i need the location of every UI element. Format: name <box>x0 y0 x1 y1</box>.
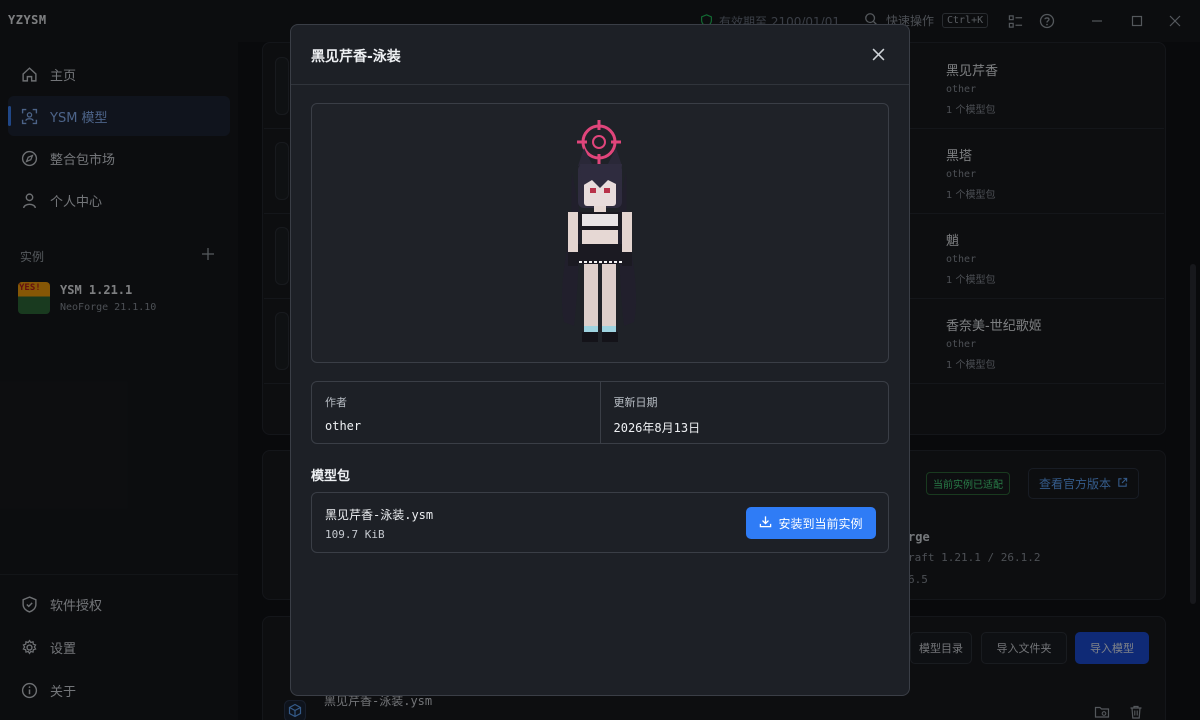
dialog-header: 黑见芹香-泳装 <box>291 25 909 85</box>
update-date-cell: 更新日期 2026年8月13日 <box>599 382 889 443</box>
model-preview[interactable] <box>311 103 889 363</box>
package-file-size: 109.7 KiB <box>325 528 385 541</box>
update-date-value: 2026年8月13日 <box>613 421 701 435</box>
author-cell: 作者 other <box>312 382 600 443</box>
install-button-label: 安装到当前实例 <box>778 516 863 531</box>
package-file-name: 黑见芹香-泳装.ysm <box>325 508 434 522</box>
install-to-instance-button[interactable]: 安装到当前实例 <box>746 507 876 539</box>
packages-section-title: 模型包 <box>311 469 351 484</box>
character-model-image <box>561 120 637 342</box>
model-info-grid: 作者 other 更新日期 2026年8月13日 <box>311 381 889 444</box>
update-date-label: 更新日期 <box>613 396 658 409</box>
dialog-title: 黑见芹香-泳装 <box>311 49 401 65</box>
close-dialog-button[interactable] <box>869 45 887 63</box>
close-icon <box>872 48 884 60</box>
model-detail-dialog: 黑见芹香-泳装 作者 other 更新日期 2026年8月13日 模型包 黑见芹… <box>290 24 910 696</box>
author-value: other <box>325 419 362 433</box>
author-label: 作者 <box>325 396 347 409</box>
download-icon <box>759 515 772 531</box>
package-item: 黑见芹香-泳装.ysm 109.7 KiB 安装到当前实例 <box>311 492 889 553</box>
